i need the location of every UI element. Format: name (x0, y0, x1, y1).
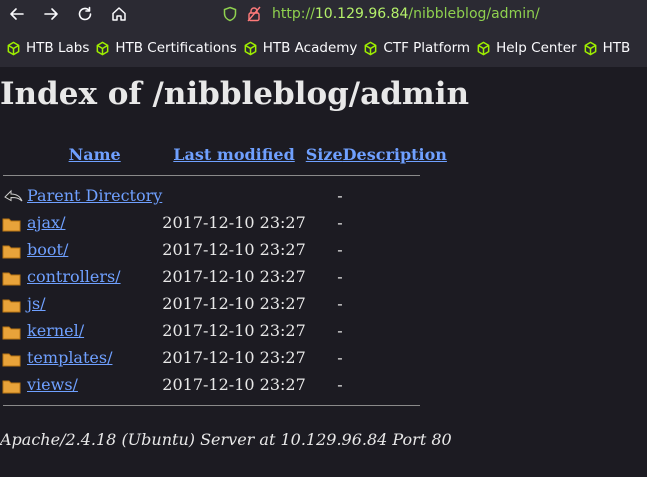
page-title: Index of /nibbleblog/admin (0, 76, 470, 112)
cube-icon (584, 41, 596, 55)
directory-link[interactable]: js/ (27, 294, 46, 313)
bookmark-label: HTB Academy (262, 40, 358, 56)
modified-column-header: Last modified (162, 140, 305, 168)
sort-by-description-link[interactable]: Description (343, 145, 447, 164)
folder-icon (2, 299, 21, 312)
url-bar[interactable]: http://10.129.96.84/nibbleblog/admin/ (220, 3, 540, 25)
modified-cell: 2017-12-10 23:27 (162, 375, 306, 394)
size-cell: - (337, 348, 343, 367)
folder-icon (2, 353, 21, 366)
table-row: controllers/ 2017-12-10 23:27 - (0, 263, 447, 290)
sort-by-name-link[interactable]: Name (69, 145, 121, 164)
reload-icon (78, 6, 92, 21)
table-row: boot/ 2017-12-10 23:27 - (0, 236, 447, 263)
size-cell: - (337, 240, 343, 259)
table-row-parent: Parent Directory - (0, 182, 447, 209)
bookmarks-bar: HTB Labs HTB Certifications HTB Academy … (0, 36, 647, 60)
size-cell: - (337, 321, 343, 340)
size-cell: - (337, 267, 343, 286)
directory-listing: Name Last modified Size Description Pare… (0, 140, 447, 412)
modified-cell: 2017-12-10 23:27 (162, 240, 306, 259)
folder-icon (2, 245, 21, 258)
folder-icon (2, 326, 21, 339)
directory-link[interactable]: kernel/ (27, 321, 84, 340)
cube-icon (365, 41, 377, 55)
folder-icon (2, 380, 21, 393)
sort-by-modified-link[interactable]: Last modified (173, 145, 294, 164)
table-row: js/ 2017-12-10 23:27 - (0, 290, 447, 317)
bookmark-label: HTB (602, 40, 631, 56)
url-host: 10.129.96.84 (314, 6, 409, 22)
folder-icon (2, 272, 21, 285)
cube-icon (7, 41, 20, 55)
table-row: kernel/ 2017-12-10 23:27 - (0, 317, 447, 344)
divider-row (0, 398, 447, 412)
bookmarks-divider (0, 60, 647, 67)
header-row: Name Last modified Size Description (0, 140, 447, 168)
url-text[interactable]: http://10.129.96.84/nibbleblog/admin/ (272, 6, 540, 22)
directory-link[interactable]: controllers/ (27, 267, 121, 286)
size-cell: - (337, 186, 343, 205)
divider-row (0, 168, 447, 182)
directory-link[interactable]: templates/ (27, 348, 112, 367)
back-arrow-icon (4, 189, 23, 201)
directory-link[interactable]: views/ (27, 375, 78, 394)
modified-cell: 2017-12-10 23:27 (162, 294, 306, 313)
browser-toolbar: http://10.129.96.84/nibbleblog/admin/ (0, 0, 647, 28)
cube-icon (477, 41, 490, 55)
cube-icon (96, 41, 109, 55)
bookmark-label: HTB Certifications (115, 40, 237, 56)
bookmark-ctf-platform[interactable]: CTF Platform (363, 40, 470, 56)
bookmark-htb-labs[interactable]: HTB Labs (6, 40, 89, 56)
size-cell: - (337, 294, 343, 313)
bookmark-help-center[interactable]: Help Center (476, 40, 577, 56)
directory-link[interactable]: ajax/ (27, 213, 65, 232)
folder-icon (2, 218, 21, 231)
toolbar-divider (0, 28, 647, 36)
description-column-header: Description (343, 140, 447, 168)
url-scheme: http:// (272, 6, 315, 22)
bookmark-htb[interactable]: HTB (583, 40, 631, 56)
bookmark-htb-academy[interactable]: HTB Academy (243, 40, 358, 56)
modified-cell: 2017-12-10 23:27 (162, 267, 306, 286)
table-row: views/ 2017-12-10 23:27 - (0, 371, 447, 398)
modified-cell: 2017-12-10 23:27 (162, 213, 306, 232)
bookmark-label: CTF Platform (383, 40, 471, 56)
back-button[interactable] (0, 0, 34, 28)
sort-by-size-link[interactable]: Size (306, 145, 343, 164)
divider (3, 404, 420, 406)
divider (3, 174, 420, 176)
lock-warning-icon[interactable] (244, 4, 264, 24)
forward-button[interactable] (34, 0, 68, 28)
bookmark-label: Help Center (496, 40, 577, 56)
directory-link[interactable]: boot/ (27, 240, 68, 259)
icon-column-header (0, 140, 27, 168)
size-column-header: Size (306, 140, 343, 168)
arrow-right-icon (44, 8, 58, 20)
home-icon (112, 7, 126, 21)
modified-cell: 2017-12-10 23:27 (162, 321, 306, 340)
table-row: templates/ 2017-12-10 23:27 - (0, 344, 447, 371)
bookmark-label: HTB Labs (26, 40, 90, 56)
arrow-left-icon (10, 8, 24, 20)
modified-cell: 2017-12-10 23:27 (162, 348, 306, 367)
size-cell: - (337, 375, 343, 394)
bookmark-htb-certifications[interactable]: HTB Certifications (95, 40, 237, 56)
table-row: ajax/ 2017-12-10 23:27 - (0, 209, 447, 236)
url-path: /nibbleblog/admin/ (408, 6, 540, 22)
cube-icon (244, 41, 257, 55)
reload-button[interactable] (68, 0, 102, 28)
size-cell: - (337, 213, 343, 232)
name-column-header: Name (27, 140, 162, 168)
shield-icon[interactable] (220, 4, 240, 24)
server-signature: Apache/2.4.18 (Ubuntu) Server at 10.129.… (0, 430, 452, 449)
parent-directory-link[interactable]: Parent Directory (27, 186, 162, 205)
home-button[interactable] (102, 0, 136, 28)
